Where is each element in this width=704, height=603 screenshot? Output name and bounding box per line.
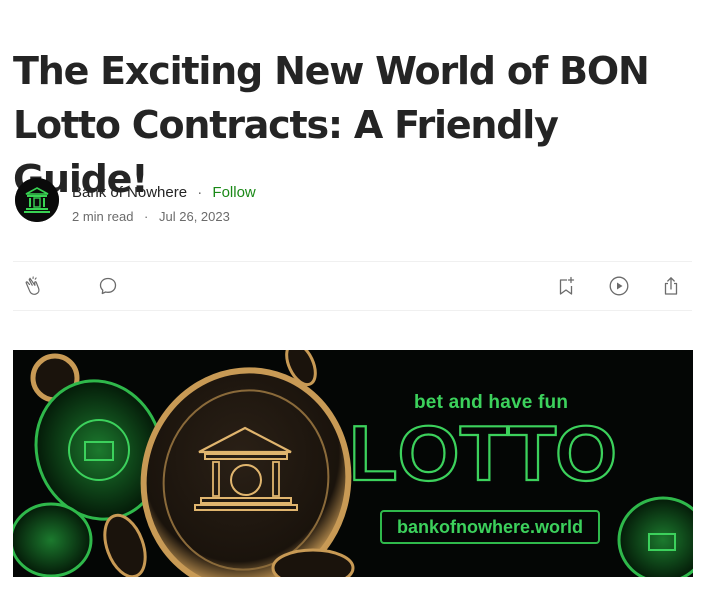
play-circle-icon xyxy=(609,276,629,296)
comment-bubble-icon xyxy=(99,277,117,295)
follow-button[interactable]: Follow xyxy=(212,184,255,201)
clap-icon xyxy=(25,276,40,295)
article-action-bar xyxy=(13,261,692,311)
hero-headline-text: LOTTO xyxy=(349,418,617,490)
bookmark-add-icon xyxy=(559,276,575,295)
bank-building-icon xyxy=(15,178,59,222)
save-button[interactable] xyxy=(554,274,578,298)
clap-button[interactable] xyxy=(22,274,46,298)
author-byline: Bank of Nowhere · Follow 2 min read · Ju… xyxy=(15,178,415,224)
share-button[interactable] xyxy=(659,274,683,298)
article-hero-image: bet and have fun LOTTO bankofnowhere.wor… xyxy=(13,350,693,577)
hero-tagline: bet and have fun xyxy=(414,392,569,413)
hero-headline: LOTTO xyxy=(349,418,618,490)
publish-date: Jul 26, 2023 xyxy=(159,209,230,224)
listen-button[interactable] xyxy=(607,274,631,298)
read-time: 2 min read xyxy=(72,209,134,224)
meta-dot: · xyxy=(144,209,149,224)
author-avatar[interactable] xyxy=(15,178,59,222)
share-icon xyxy=(664,277,678,295)
byline-dot: · xyxy=(197,184,203,201)
hero-website: bankofnowhere.world xyxy=(380,510,600,544)
comment-button[interactable] xyxy=(96,274,120,298)
author-name[interactable]: Bank of Nowhere xyxy=(72,184,187,201)
